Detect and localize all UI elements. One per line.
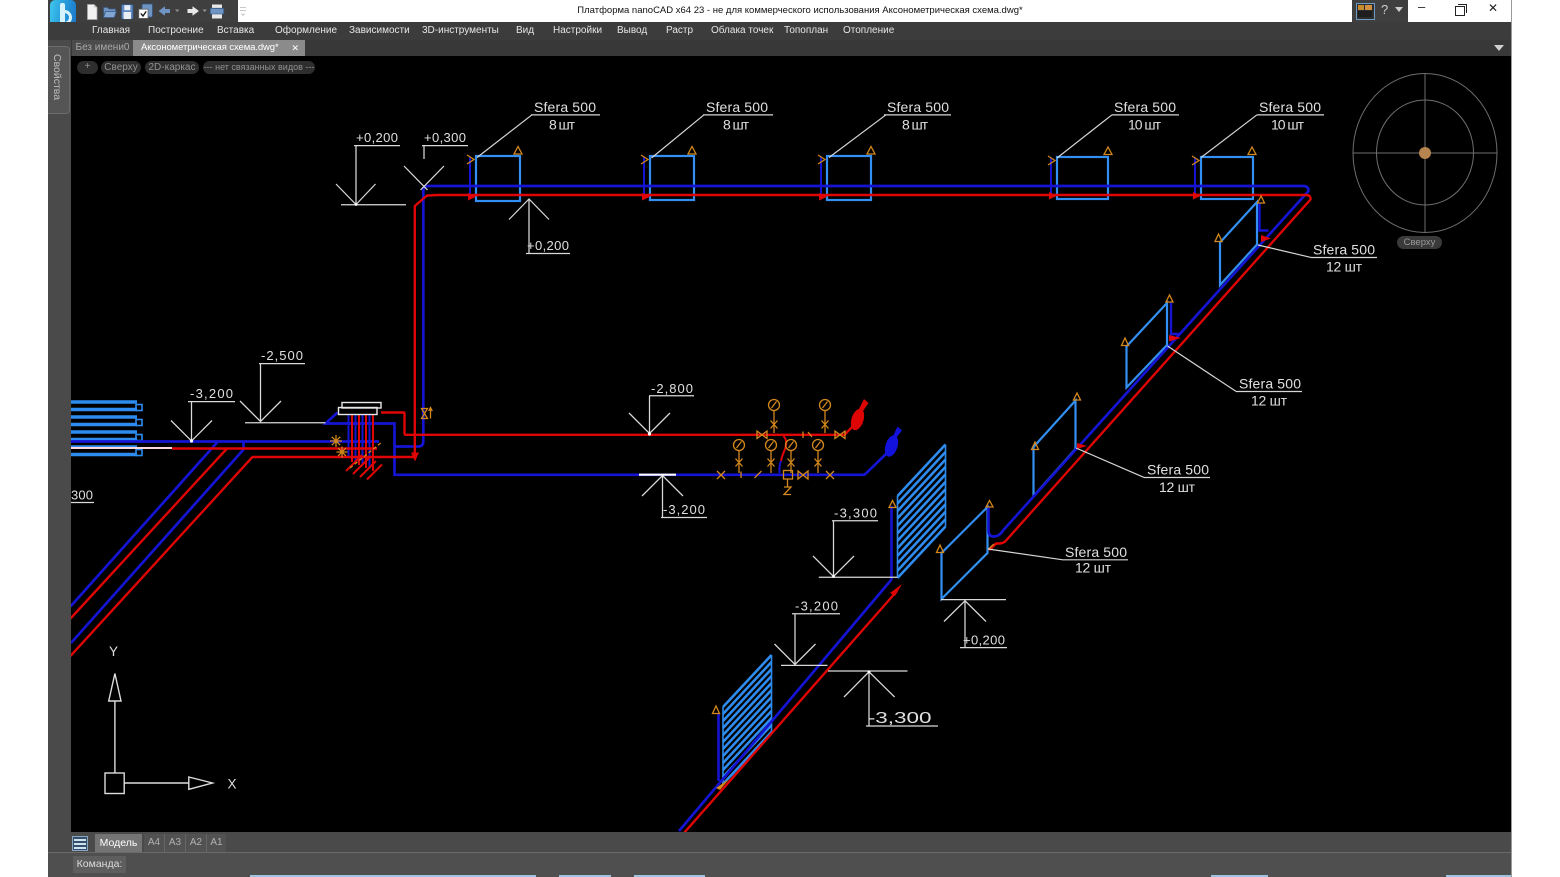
svg-text:Sfera 500: Sfera 500: [1239, 376, 1301, 392]
svg-text:12 шт: 12 шт: [1326, 259, 1363, 275]
svg-text:-3,200: -3,200: [663, 502, 705, 517]
svg-text:8 шт: 8 шт: [902, 117, 929, 133]
svg-text:8 шт: 8 шт: [549, 117, 576, 133]
svg-text:8 шт: 8 шт: [723, 117, 750, 133]
svg-text:Sfera 500: Sfera 500: [887, 99, 949, 115]
svg-text:-2,500: -2,500: [261, 348, 303, 363]
svg-text:+0,200: +0,200: [527, 238, 569, 253]
svg-text:10 шт: 10 шт: [1271, 117, 1305, 133]
svg-text:Sfera 500: Sfera 500: [1114, 99, 1176, 115]
svg-text:Y: Y: [109, 644, 118, 659]
svg-text:Sfera 500: Sfera 500: [534, 99, 596, 115]
svg-text:12 шт: 12 шт: [1159, 479, 1196, 495]
svg-text:-2,800: -2,800: [651, 381, 693, 396]
svg-text:Sfera 500: Sfera 500: [1313, 242, 1375, 258]
svg-text:Sfera 500: Sfera 500: [706, 99, 768, 115]
svg-text:12 шт: 12 шт: [1251, 393, 1288, 409]
svg-text:X: X: [228, 777, 237, 792]
svg-text:-3,200: -3,200: [795, 599, 838, 614]
svg-text:12 шт: 12 шт: [1075, 560, 1112, 576]
svg-text:Sfera 500: Sfera 500: [1065, 544, 1127, 560]
svg-text:300: 300: [71, 488, 93, 503]
svg-text:Sfera 500: Sfera 500: [1259, 99, 1321, 115]
svg-text:-3,200: -3,200: [190, 386, 233, 401]
svg-text:Sfera 500: Sfera 500: [1147, 462, 1209, 478]
svg-text:-3,300: -3,300: [834, 506, 877, 521]
svg-text:+0,200: +0,200: [356, 130, 398, 145]
svg-text:+0,300: +0,300: [424, 130, 466, 145]
svg-text:+0,200: +0,200: [963, 633, 1005, 648]
svg-text:-3,300: -3,300: [868, 710, 932, 727]
svg-text:10 шт: 10 шт: [1128, 117, 1162, 133]
